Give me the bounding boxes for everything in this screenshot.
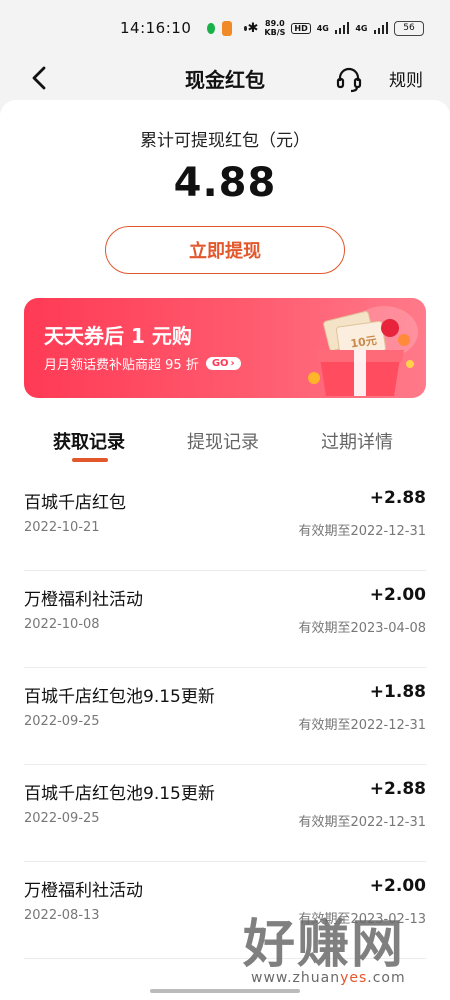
record-name: 百城千店红包 xyxy=(24,493,126,513)
main-card: 累计可提现红包（元） 4.88 立即提现 天天券后 1 元购 月月领话费补贴商超… xyxy=(0,100,450,1000)
nav-header: 现金红包 规则 xyxy=(0,56,450,100)
record-name: 百城千店红包池9.15更新 xyxy=(24,784,215,804)
list-item[interactable]: 百城千店红包池9.15更新 +1.88 2022-09-25 有效期至2022-… xyxy=(0,668,450,765)
watermark-url-suffix: .com xyxy=(367,970,406,986)
battery-icon: 56 xyxy=(394,20,424,36)
page-title: 现金红包 xyxy=(185,67,265,92)
watermark-logo-text: 好赚网 xyxy=(243,915,406,975)
rules-link[interactable]: 规则 xyxy=(389,66,423,91)
record-expiry: 有效期至2022-12-31 xyxy=(298,718,426,733)
app-notification-icon xyxy=(221,20,233,36)
banner-subtitle: 月月领话费补贴商超 95 折 xyxy=(44,358,199,373)
hd-voice-icon: HD xyxy=(291,22,311,34)
record-amount: +2.88 xyxy=(369,779,426,799)
record-date: 2022-09-25 xyxy=(24,811,100,826)
customer-service-button[interactable] xyxy=(335,65,363,93)
signal-1-icon xyxy=(334,22,350,34)
active-tab-indicator xyxy=(72,458,108,462)
balance-amount: 4.88 xyxy=(173,160,277,206)
watermark-url: www.zhuanyes.com xyxy=(251,970,406,986)
go-label: GO xyxy=(211,358,229,369)
record-expiry: 有效期至2022-12-31 xyxy=(298,815,426,830)
signal-2-label: 4G xyxy=(355,23,368,33)
record-name: 万橙福利社活动 xyxy=(24,590,143,610)
list-item[interactable]: 百城千店红包 +2.88 2022-10-21 有效期至2022-12-31 xyxy=(0,474,450,571)
record-amount: +2.88 xyxy=(369,488,426,508)
signal-1-label: 4G xyxy=(316,23,329,33)
home-indicator[interactable] xyxy=(150,989,300,993)
banner-subtitle-row: 月月领话费补贴商超 95 折 GO › xyxy=(44,354,241,373)
record-tabs: 获取记录 提现记录 过期详情 xyxy=(0,422,450,462)
wechat-icon xyxy=(207,22,215,34)
tab-withdraw-records[interactable]: 提现记录 xyxy=(187,428,259,454)
record-date: 2022-08-13 xyxy=(24,908,100,923)
record-name: 百城千店红包池9.15更新 xyxy=(24,687,215,707)
banner-title: 天天券后 1 元购 xyxy=(44,324,192,348)
signal-2-icon xyxy=(373,22,388,34)
chevron-right-icon: › xyxy=(230,358,235,369)
record-date: 2022-10-21 xyxy=(24,520,100,535)
go-button[interactable]: GO › xyxy=(205,357,241,370)
list-item[interactable]: 百城千店红包池9.15更新 +2.88 2022-09-25 有效期至2022-… xyxy=(0,765,450,862)
bluetooth-icon: ✱ xyxy=(247,20,259,36)
record-expiry: 有效期至2023-04-08 xyxy=(298,621,426,636)
watermark-url-prefix: www.zhuan xyxy=(251,970,341,986)
watermark: 好赚网 www.zhuanyes.com xyxy=(243,902,443,992)
tab-earn-records[interactable]: 获取记录 xyxy=(53,428,125,454)
back-button[interactable] xyxy=(28,64,52,92)
gift-box-icon: 10元 xyxy=(308,306,418,396)
network-speed: 89.0 KB/S xyxy=(264,19,285,37)
back-arrow-icon xyxy=(32,66,46,90)
record-name: 万橙福利社活动 xyxy=(24,881,143,901)
record-amount: +1.88 xyxy=(369,682,426,702)
status-time: 14:16:10 xyxy=(120,19,192,37)
withdraw-button[interactable]: 立即提现 xyxy=(105,226,345,274)
record-date: 2022-09-25 xyxy=(24,714,100,729)
record-expiry: 有效期至2022-12-31 xyxy=(298,524,426,539)
network-speed-unit: KB/S xyxy=(264,28,286,37)
record-date: 2022-10-08 xyxy=(24,617,100,632)
records-list: 百城千店红包 +2.88 2022-10-21 有效期至2022-12-31 万… xyxy=(0,474,450,959)
balance-label: 累计可提现红包（元） xyxy=(140,131,310,151)
list-item[interactable]: 万橙福利社活动 +2.00 2022-10-08 有效期至2023-04-08 xyxy=(0,571,450,668)
network-speed-value: 89.0 xyxy=(265,19,285,28)
status-bar: 14:16:10 ✱ 89.0 KB/S HD 4G 4G 56 xyxy=(0,0,450,56)
watermark-url-highlight: yes xyxy=(340,970,368,986)
record-amount: +2.00 xyxy=(369,585,426,605)
record-amount: +2.00 xyxy=(369,876,426,896)
tab-expired-details[interactable]: 过期详情 xyxy=(321,428,393,454)
status-right: ✱ 89.0 KB/S HD 4G 4G 56 xyxy=(247,19,424,37)
headset-icon xyxy=(336,67,362,93)
promo-banner[interactable]: 天天券后 1 元购 月月领话费补贴商超 95 折 GO › 10元 xyxy=(24,298,426,398)
